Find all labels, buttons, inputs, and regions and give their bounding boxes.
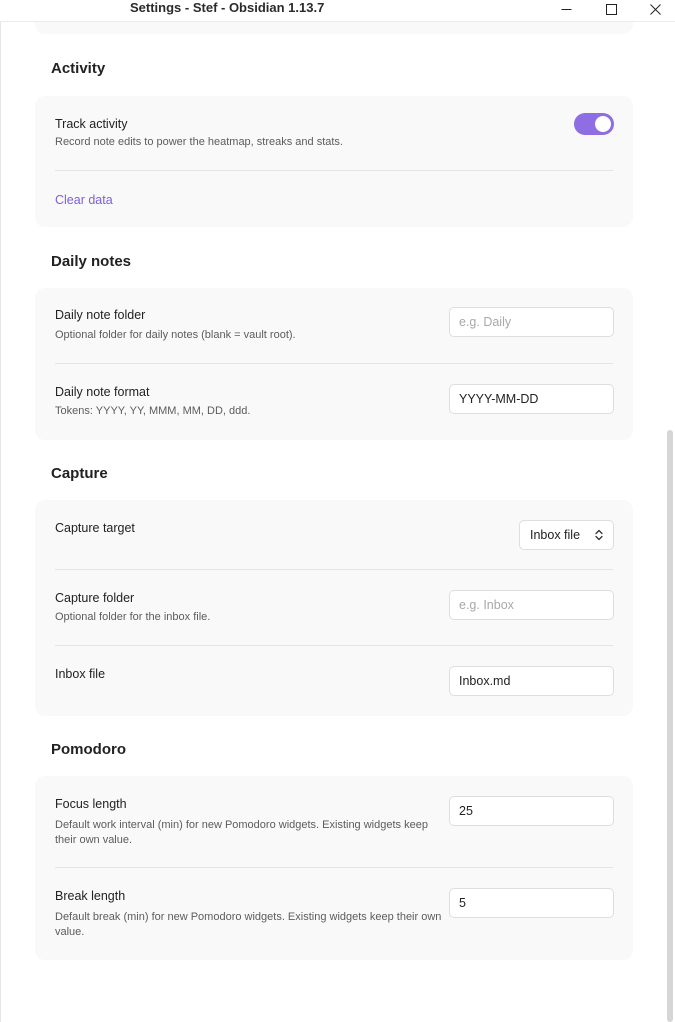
break-length-desc: Default break (min) for new Pomodoro wid… [55, 911, 442, 938]
track-activity-toggle[interactable] [574, 113, 614, 135]
daily-note-format-desc: Tokens: YYYY, YY, MMM, MM, DD, ddd. [55, 405, 251, 417]
pomodoro-heading: Pomodoro [51, 741, 126, 758]
activity-heading: Activity [51, 60, 106, 77]
capture-folder-name: Capture folder [55, 591, 135, 605]
break-length-name: Break length [55, 889, 126, 903]
minimize-icon [561, 4, 572, 15]
capture-card: Capture target Inbox file Capture folder… [35, 500, 633, 716]
capture-heading: Capture [51, 465, 108, 482]
close-button[interactable] [635, 0, 675, 18]
capture-folder-desc: Optional folder for the inbox file. [55, 611, 211, 623]
maximize-icon [605, 3, 617, 15]
track-activity-desc: Record note edits to power the heatmap, … [55, 136, 343, 148]
break-length-input[interactable] [449, 888, 614, 918]
focus-length-input[interactable] [449, 796, 614, 826]
focus-length-name: Focus length [55, 797, 127, 811]
daily-note-folder-name: Daily note folder [55, 308, 146, 322]
capture-target-dropdown[interactable]: Inbox file [519, 520, 614, 550]
divider [55, 170, 613, 171]
inbox-file-input[interactable] [449, 666, 614, 696]
toggle-knob [595, 116, 611, 132]
inbox-file-name: Inbox file [55, 667, 106, 681]
clear-data-link[interactable]: Clear data [55, 191, 113, 209]
divider [55, 867, 613, 868]
track-activity-name: Track activity [55, 117, 128, 131]
capture-target-value: Inbox file [530, 528, 581, 542]
daily-note-format-name: Daily note format [55, 385, 150, 399]
settings-content: Activity Track activity Record note edit… [0, 22, 675, 1022]
window-title: Settings - Stef - Obsidian 1.13.7 [130, 0, 325, 15]
minimize-button[interactable] [546, 0, 586, 18]
maximize-button[interactable] [591, 0, 631, 18]
previous-settings-card [35, 22, 633, 34]
daily-note-folder-input[interactable] [449, 307, 614, 337]
divider [55, 569, 613, 570]
daily-notes-card: Daily note folder Optional folder for da… [35, 288, 633, 440]
daily-note-folder-desc: Optional folder for daily notes (blank =… [55, 329, 296, 341]
focus-length-desc: Default work interval (min) for new Pomo… [55, 819, 428, 846]
scrollbar[interactable] [665, 22, 675, 1022]
daily-notes-heading: Daily notes [51, 253, 132, 270]
chevron-up-down-icon [594, 529, 604, 541]
pomodoro-card: Focus length Default work interval (min)… [35, 776, 633, 960]
scrollbar-thumb[interactable] [667, 430, 673, 1022]
capture-folder-input[interactable] [449, 590, 614, 620]
activity-card: Track activity Record note edits to powe… [35, 96, 633, 227]
capture-target-name: Capture target [55, 521, 135, 535]
close-icon [649, 3, 661, 15]
daily-note-format-input[interactable] [449, 384, 614, 414]
title-bar: Settings - Stef - Obsidian 1.13.7 [0, 0, 675, 22]
divider [55, 645, 613, 646]
divider [55, 363, 613, 364]
